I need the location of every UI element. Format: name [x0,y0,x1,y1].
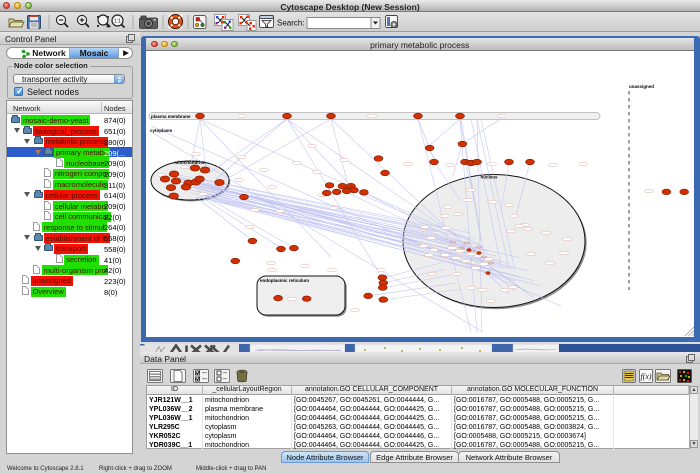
svg-text:unassigned: unassigned [629,84,654,89]
svg-text:cytoplasm: cytoplasm [150,128,172,133]
svg-text:endoplasmic reticulum: endoplasmic reticulum [260,278,309,283]
svg-text:1:1: 1:1 [114,19,121,25]
svg-text:nucleus: nucleus [480,174,498,179]
svg-text:Search:: Search: [277,19,305,28]
svg-text:f(x): f(x) [640,372,651,381]
svg-text:plasma membrane: plasma membrane [151,114,191,119]
svg-text:mitochondrion: mitochondrion [174,160,206,165]
